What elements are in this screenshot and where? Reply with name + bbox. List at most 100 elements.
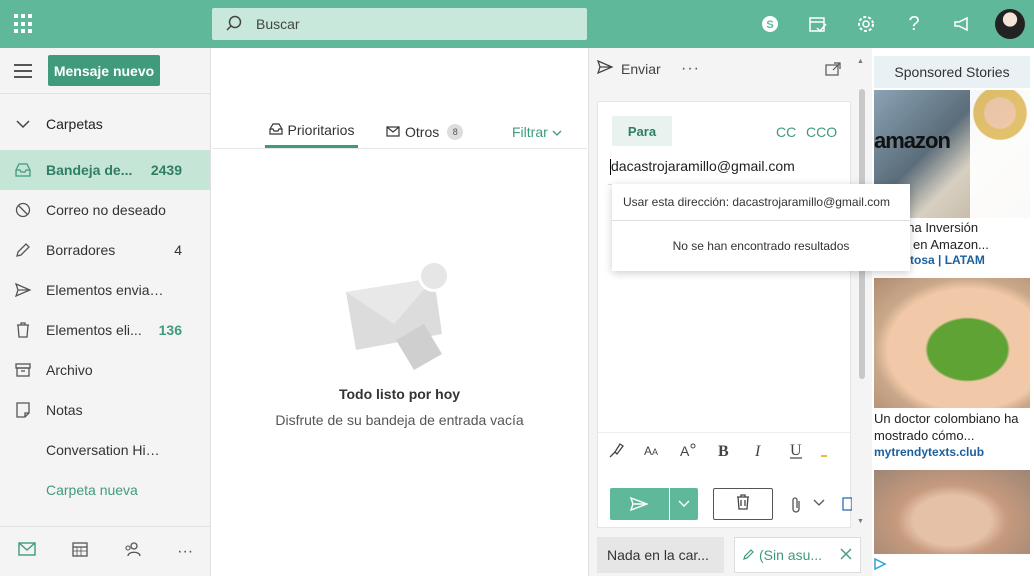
chevron-down-icon [0, 119, 46, 129]
folder-inbox[interactable]: Bandeja de... 2439 [0, 150, 210, 190]
empty-inbox-illustration [342, 254, 462, 379]
chevron-down-icon[interactable] [813, 496, 825, 515]
italic-icon[interactable]: I [742, 442, 778, 463]
ads-panel: Sponsored Stories amazon erte una Invers… [872, 48, 1034, 576]
folders-header-label: Carpetas [46, 116, 103, 132]
to-field[interactable]: dacastrojaramillo@gmail.com [610, 158, 848, 176]
font-color-icon[interactable] [814, 444, 834, 462]
folder-label: Archivo [46, 362, 93, 378]
folders-header[interactable]: Carpetas [0, 104, 211, 144]
folder-label: Conversation Hist... [46, 442, 166, 458]
skype-icon[interactable]: S [746, 0, 794, 48]
compose-toolbar: Enviar ··· [589, 48, 873, 92]
folder-label: Notas [46, 402, 83, 418]
scroll-up-arrow-icon[interactable]: ▲ [857, 58, 864, 65]
folder-label: Borradores [46, 242, 116, 258]
scroll-down-arrow-icon[interactable]: ▼ [857, 518, 864, 525]
draft-tab[interactable]: Nada en la car... [597, 537, 724, 573]
archive-icon [0, 363, 46, 377]
bold-icon[interactable]: B [706, 442, 742, 463]
format-painter-icon[interactable] [598, 441, 634, 464]
send-button-group [610, 488, 698, 520]
insert-image-icon[interactable] [842, 496, 853, 517]
svg-text:A: A [644, 444, 652, 458]
no-results-text: No se han encontrado resultados [672, 239, 850, 253]
filter-dropdown[interactable]: Filtrar [512, 116, 562, 148]
folder-label: Correo no deseado [46, 202, 166, 218]
hamburger-menu-icon[interactable] [14, 64, 32, 82]
close-icon[interactable] [840, 547, 852, 563]
send-button[interactable] [610, 488, 668, 520]
ad-brand-text: amazon [874, 128, 951, 153]
svg-text:S: S [766, 19, 773, 31]
gear-icon[interactable] [842, 0, 890, 48]
bcc-button[interactable]: CCO [806, 124, 837, 140]
to-field-value: dacastrojaramillo@gmail.com [611, 158, 795, 174]
popout-icon[interactable] [825, 62, 841, 81]
ad-title-2[interactable]: Un doctor colombiano ha mostrado cómo... [874, 410, 1034, 444]
search-input[interactable]: Buscar [256, 16, 300, 32]
megaphone-icon[interactable] [938, 0, 986, 48]
left-navigation: Mensaje nuevo Carpetas Bandeja de... 243… [0, 48, 211, 576]
folder-archive[interactable]: Archivo [0, 350, 210, 390]
search-icon [212, 15, 256, 33]
divider [212, 148, 587, 149]
tab-focused[interactable]: Prioritarios [265, 116, 358, 148]
new-folder-link[interactable]: Carpeta nueva [0, 470, 210, 510]
svg-text:A: A [652, 447, 658, 457]
font-size-icon[interactable]: AA [634, 442, 670, 463]
folder-conversation-history[interactable]: Conversation Hist... [0, 430, 210, 470]
ad-image-2[interactable] [874, 278, 1030, 408]
use-address-suggestion[interactable]: Usar esta dirección: dacastrojaramillo@g… [623, 195, 890, 209]
calendar-icon[interactable] [71, 541, 88, 562]
folder-label: Elementos eli... [46, 322, 142, 338]
people-icon[interactable] [123, 541, 142, 562]
ads-header: Sponsored Stories [874, 56, 1030, 88]
mail-icon[interactable] [18, 542, 36, 561]
ad-source-2[interactable]: mytrendytexts.club [874, 445, 984, 459]
ad-image-3[interactable] [874, 470, 1030, 554]
note-icon [0, 402, 46, 418]
discard-button[interactable] [713, 488, 773, 520]
underline-icon[interactable]: U [778, 441, 814, 464]
search-box[interactable]: Buscar [212, 8, 587, 40]
trash-icon [736, 493, 750, 515]
divider [612, 220, 910, 221]
folder-junk[interactable]: Correo no deseado [0, 190, 210, 230]
new-message-button[interactable]: Mensaje nuevo [48, 55, 160, 86]
top-icons: S ? [746, 0, 1034, 48]
filter-label: Filtrar [512, 124, 548, 140]
draft-tab-label: (Sin asu... [759, 547, 823, 563]
avatar-button[interactable] [986, 0, 1034, 48]
inbox-icon [0, 163, 46, 177]
more-apps-button[interactable]: ··· [177, 543, 193, 561]
draft-tab-active[interactable]: (Sin asu... [734, 537, 861, 573]
message-list: Prioritarios Otros 8 Filtrar Todo listo … [212, 48, 587, 576]
block-icon [0, 202, 46, 218]
send-icon [596, 59, 614, 77]
adchoices-icon[interactable] [873, 557, 887, 576]
folder-label: Bandeja de... [46, 162, 133, 178]
text-highlight-icon[interactable]: A [670, 442, 706, 463]
send-toolbar-button[interactable]: Enviar [596, 59, 661, 77]
calendar-check-icon[interactable] [794, 0, 842, 48]
to-button[interactable]: Para [612, 116, 672, 146]
svg-text:U: U [790, 442, 802, 459]
svg-text:B: B [718, 443, 729, 458]
folder-deleted[interactable]: Elementos eli... 136 [0, 310, 210, 350]
compose-form: Para CC CCO dacastrojaramillo@gmail.com … [597, 101, 853, 528]
tab-other[interactable]: Otros 8 [386, 116, 464, 148]
more-actions-button[interactable]: ··· [681, 60, 700, 78]
folder-drafts[interactable]: Borradores 4 [0, 230, 210, 270]
folder-label: Elementos enviad... [46, 282, 166, 298]
send-options-chevron-icon[interactable] [669, 488, 698, 520]
pencil-icon [0, 242, 46, 258]
folder-sent[interactable]: Elementos enviad... [0, 270, 210, 310]
folder-notes[interactable]: Notas [0, 390, 210, 430]
attach-icon[interactable] [790, 496, 802, 519]
send-icon [0, 283, 46, 297]
tab-other-badge: 8 [447, 124, 464, 140]
cc-button[interactable]: CC [776, 124, 796, 140]
help-icon[interactable]: ? [890, 0, 938, 48]
apps-icon[interactable] [14, 14, 34, 34]
